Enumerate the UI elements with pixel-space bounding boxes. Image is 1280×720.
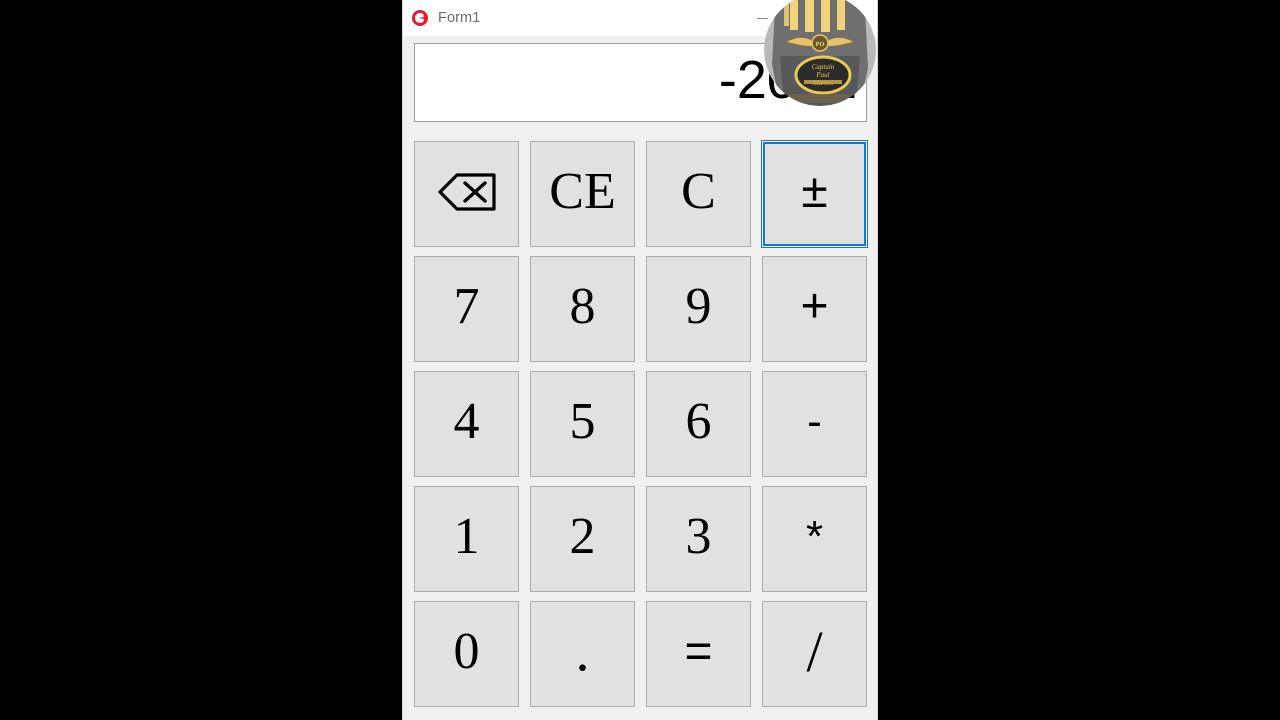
svg-text:Paul: Paul [815, 71, 829, 79]
key-equals[interactable]: = [646, 601, 751, 707]
calculator-window: Form1 -2021 CEC±789+456-123*0.=/ [402, 0, 878, 720]
key-clear-entry[interactable]: CE [530, 141, 635, 247]
key-label-add: + [800, 280, 829, 333]
key-label-digit-9: 9 [685, 278, 712, 335]
key-digit-1[interactable]: 1 [414, 486, 519, 592]
key-clear[interactable]: C [646, 141, 751, 247]
calculator-keypad: CE C ±7 8 9 +4 5 6 - 1 2 3 * 0. = / [414, 141, 867, 707]
key-digit-5[interactable]: 5 [530, 371, 635, 477]
window-title: Form1 [438, 10, 481, 26]
desktop-screen: Form1 -2021 CEC±789+456-123*0.=/ [0, 0, 1280, 720]
key-digit-6[interactable]: 6 [646, 371, 751, 477]
key-label-equals: = [684, 625, 713, 678]
key-digit-9[interactable]: 9 [646, 256, 751, 362]
key-label-sign-toggle: ± [801, 165, 828, 218]
key-digit-4[interactable]: 4 [414, 371, 519, 477]
key-label-digit-4: 4 [453, 393, 480, 450]
key-sign-toggle[interactable]: ± [762, 141, 867, 247]
key-backspace[interactable] [414, 141, 519, 247]
key-label-clear: C [681, 163, 716, 220]
key-decimal[interactable]: . [530, 601, 635, 707]
key-add[interactable]: + [762, 256, 867, 362]
key-label-digit-7: 7 [453, 278, 480, 335]
key-multiply[interactable]: * [762, 486, 867, 592]
minimize-icon [756, 17, 768, 19]
key-label-digit-2: 2 [569, 508, 596, 565]
key-digit-0[interactable]: 0 [414, 601, 519, 707]
backspace-icon [437, 173, 496, 211]
key-label-digit-8: 8 [569, 278, 596, 335]
c-sharp-circle-icon [412, 10, 428, 26]
key-label-multiply: * [805, 512, 824, 561]
key-label-digit-1: 1 [453, 508, 480, 565]
key-label-digit-0: 0 [453, 623, 480, 680]
key-label-clear-entry: CE [549, 163, 616, 220]
svg-text:Captain: Captain [812, 63, 835, 71]
key-label-decimal: . [575, 621, 590, 683]
key-subtract[interactable]: - [762, 371, 867, 477]
key-label-digit-6: 6 [685, 393, 712, 450]
key-label-digit-5: 5 [569, 393, 596, 450]
key-digit-2[interactable]: 2 [530, 486, 635, 592]
key-digit-7[interactable]: 7 [414, 256, 519, 362]
key-label-subtract: - [807, 397, 822, 446]
key-label-divide: / [806, 619, 823, 684]
key-label-digit-3: 3 [685, 508, 712, 565]
svg-text:PO: PO [815, 41, 824, 48]
key-digit-8[interactable]: 8 [530, 256, 635, 362]
key-digit-3[interactable]: 3 [646, 486, 751, 592]
key-divide[interactable]: / [762, 601, 867, 707]
